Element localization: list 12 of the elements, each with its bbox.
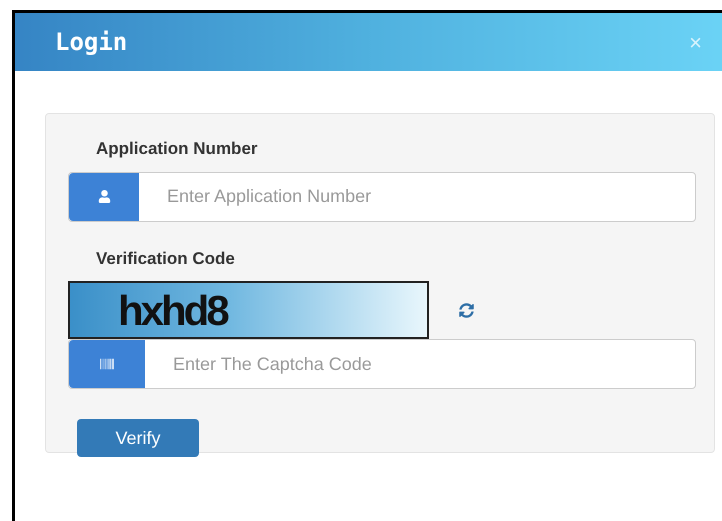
field-label: Application Number: [95, 138, 259, 160]
refresh-icon[interactable]: [459, 302, 474, 318]
user-icon: [98, 190, 110, 203]
field-label: Verification Code: [95, 248, 236, 270]
window-title: Login: [55, 27, 128, 58]
verify-button[interactable]: Verify: [77, 419, 199, 457]
captcha-image: hxhd8: [68, 281, 429, 339]
application-number-input[interactable]: Enter Application Number: [139, 172, 695, 220]
input-field[interactable]: Enter The Captcha Code: [68, 339, 696, 389]
captcha-input[interactable]: Enter The Captcha Code: [145, 340, 695, 388]
input-field[interactable]: Enter Application Number: [68, 172, 696, 222]
barcode-icon: [100, 357, 114, 371]
